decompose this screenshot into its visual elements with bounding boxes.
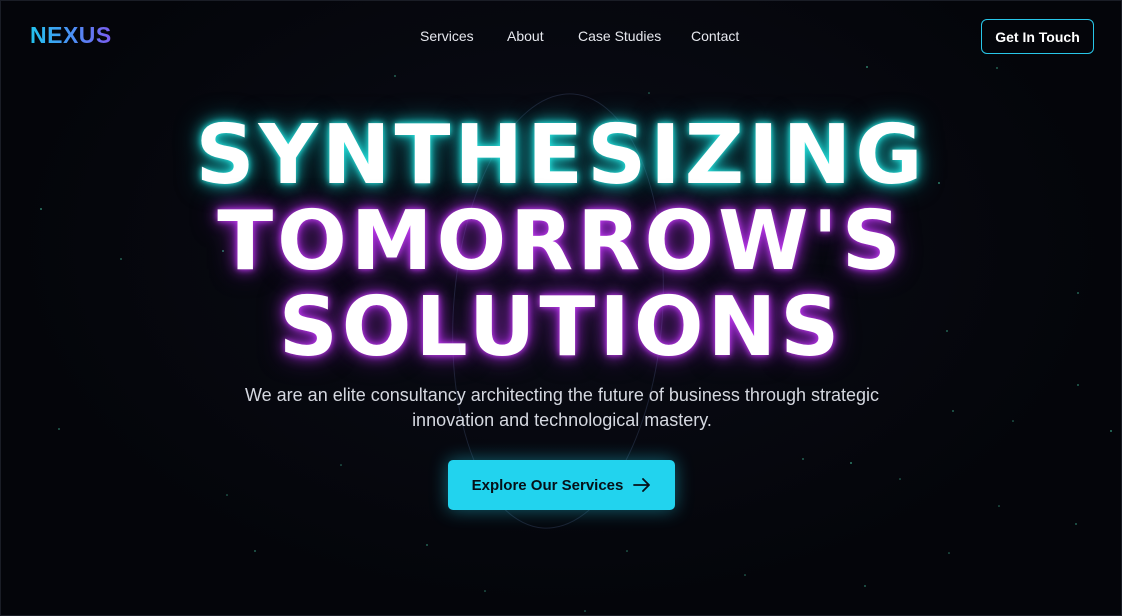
subtext-line-2: innovation and technological mastery. xyxy=(412,410,712,430)
top-navigation: NEXUS Services About Case Studies Contac… xyxy=(1,1,1121,71)
headline-line-1: SYNTHESIZING xyxy=(195,108,927,203)
explore-services-label: Explore Our Services xyxy=(471,476,624,494)
nav-link-about[interactable]: About xyxy=(507,28,544,44)
nav-link-contact[interactable]: Contact xyxy=(691,28,739,44)
headline-line-2: TOMORROW'S xyxy=(217,194,905,289)
explore-services-button[interactable]: Explore Our Services xyxy=(448,460,675,510)
nav-link-services[interactable]: Services xyxy=(420,28,474,44)
hero-subtext: We are an elite consultancy architecting… xyxy=(212,383,912,433)
get-in-touch-button[interactable]: Get In Touch xyxy=(981,19,1094,54)
subtext-line-1: We are an elite consultancy architecting… xyxy=(244,385,880,405)
hero-headline: SYNTHESIZING TOMORROW'S SOLUTIONS xyxy=(1,113,1121,371)
landing-page: NEXUS Services About Case Studies Contac… xyxy=(0,0,1122,616)
nav-link-case-studies[interactable]: Case Studies xyxy=(578,28,661,44)
headline-line-3: SOLUTIONS xyxy=(278,280,844,375)
brand-logo[interactable]: NEXUS xyxy=(30,22,112,49)
arrow-right-icon xyxy=(633,478,651,492)
